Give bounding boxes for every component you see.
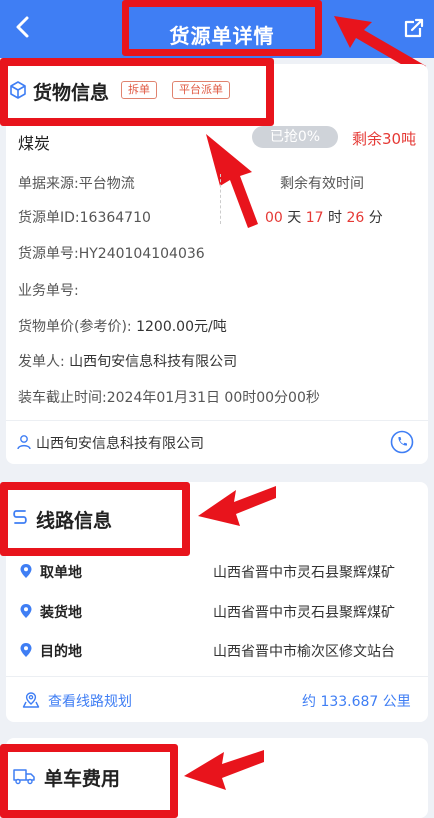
route-icon — [13, 510, 27, 524]
pickup-address: 山西省晋中市灵石县聚辉煤矿 — [213, 565, 395, 581]
unit-price-value: 1200.00元/吨 — [136, 319, 227, 335]
platform-dispatch-tag: 平台派单 — [172, 81, 230, 99]
arrow-pointer-icon — [206, 134, 258, 228]
unit-price-label: 货物单价(参考价): — [18, 319, 132, 335]
cargo-name: 煤炭 — [18, 134, 51, 153]
destination-address: 山西省晋中市榆次区修文站台 — [213, 644, 395, 660]
issuer-value: 山西旬安信息科技有限公司 — [69, 354, 238, 370]
page-title: 货源单详情 — [169, 24, 275, 48]
route-section-title: 线路信息 — [36, 510, 113, 532]
dashed-divider — [220, 174, 221, 224]
map-icon — [22, 692, 40, 708]
route-distance: 约 133.687 公里 — [302, 694, 411, 710]
remaining-time-label: 剩余有效时间 — [280, 176, 364, 192]
unit-price: 货物单价(参考价): 1200.00元/吨 — [18, 316, 227, 336]
business-number: 业务单号: — [18, 283, 79, 299]
pickup-label: 取单地 — [40, 565, 82, 581]
location-pin-icon — [20, 643, 32, 657]
countdown-hours-unit: 时 — [328, 210, 343, 226]
loading-address: 山西省晋中市灵石县聚辉煤矿 — [213, 605, 395, 621]
cost-section-title: 单车费用 — [44, 768, 121, 790]
company-name: 山西旬安信息科技有限公司 — [36, 436, 204, 452]
countdown-minutes-unit: 分 — [368, 210, 383, 226]
issuer: 发单人: 山西旬安信息科技有限公司 — [18, 351, 237, 371]
divider — [6, 676, 428, 677]
split-order-tag: 拆单 — [121, 81, 157, 99]
grab-progress-badge: 已抢0% — [252, 126, 338, 148]
countdown-hours: 17 — [305, 210, 324, 226]
truck-icon — [13, 769, 35, 785]
countdown-minutes: 26 — [346, 210, 365, 226]
loading-deadline: 装车截止时间:2024年01月31日 00时00分00秒 — [18, 390, 320, 406]
countdown-days: 00 — [265, 210, 283, 226]
title-highlight-box: 货源单详情 — [122, 0, 322, 56]
phone-icon[interactable] — [390, 430, 414, 454]
arrow-pointer-icon — [184, 750, 264, 790]
box-icon — [10, 81, 26, 99]
destination-label: 目的地 — [40, 644, 82, 660]
source-label: 单据来源:平台物流 — [18, 176, 135, 192]
cargo-section-title: 货物信息 — [33, 82, 110, 104]
remaining-tonnage: 剩余30吨 — [352, 130, 417, 148]
location-pin-icon — [20, 564, 32, 578]
countdown-days-unit: 天 — [287, 210, 302, 226]
issuer-label: 发单人: — [18, 354, 65, 370]
view-route-plan-link[interactable]: 查看线路规划 — [48, 691, 132, 711]
loading-label: 装货地 — [40, 605, 82, 621]
location-pin-icon — [20, 604, 32, 618]
order-id: 货源单ID:16364710 — [18, 210, 151, 226]
user-icon — [17, 435, 31, 450]
divider — [6, 420, 428, 421]
order-number: 货源单号:HY240104104036 — [18, 246, 205, 262]
back-icon[interactable] — [8, 10, 38, 44]
arrow-pointer-icon — [198, 486, 276, 526]
countdown: 00 天 17 时 26 分 — [265, 207, 383, 227]
